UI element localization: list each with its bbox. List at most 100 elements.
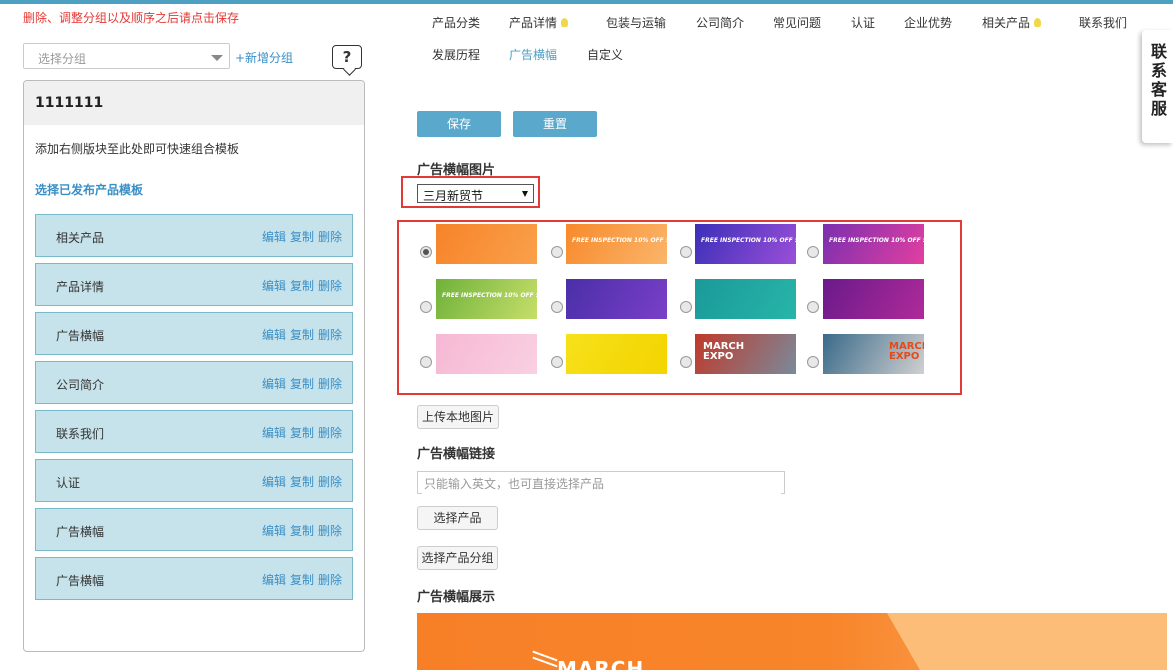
banner-thumbnail[interactable] (436, 224, 537, 264)
banner-thumbnail[interactable]: FREE INSPECTION 10% OFF SHIPPING TO USA (823, 224, 924, 264)
copy-link[interactable]: 复制 (290, 524, 314, 538)
banner-link-field (417, 471, 785, 494)
tab-item[interactable]: 自定义 (587, 46, 623, 63)
banner-radio[interactable] (807, 356, 819, 368)
edit-link[interactable]: 编辑 (262, 377, 286, 391)
banner-thumbnail[interactable] (436, 334, 537, 374)
preview-title: MARCH (557, 657, 645, 670)
delete-link[interactable]: 删除 (318, 524, 342, 538)
delete-link[interactable]: 删除 (318, 279, 342, 293)
delete-link[interactable]: 删除 (318, 328, 342, 342)
lightbulb-icon (561, 18, 569, 27)
upload-local-image-button[interactable]: 上传本地图片 (417, 405, 499, 429)
delete-link[interactable]: 删除 (318, 230, 342, 244)
banner-radio[interactable] (680, 301, 692, 313)
tab-item[interactable]: 产品分类 (432, 14, 480, 31)
banner-thumbnail[interactable] (566, 334, 667, 374)
delete-link[interactable]: 删除 (318, 573, 342, 587)
group-select[interactable]: 选择分组 (23, 43, 230, 69)
banner-radio[interactable] (807, 246, 819, 258)
template-panel: 1111111 添加右侧版块至此处即可快速组合模板 选择已发布产品模板 相关产品… (23, 80, 365, 652)
banner-display-label: 广告横幅展示 (417, 590, 496, 605)
theme-select[interactable]: 三月新贸节 (417, 184, 534, 203)
edit-link[interactable]: 编辑 (262, 230, 286, 244)
tab-item[interactable]: 发展历程 (432, 46, 480, 63)
tab-label: 常见问题 (773, 16, 822, 30)
select-product-group-button[interactable]: 选择产品分组 (417, 546, 498, 570)
select-product-button[interactable]: 选择产品 (417, 506, 498, 530)
edit-link[interactable]: 编辑 (262, 279, 286, 293)
copy-link[interactable]: 复制 (290, 230, 314, 244)
tab-item[interactable]: 联系我们 (1079, 14, 1127, 31)
delete-link[interactable]: 删除 (318, 377, 342, 391)
banner-thumbnail[interactable] (566, 279, 667, 319)
tab-item[interactable]: 公司简介 (696, 14, 744, 31)
module-item[interactable]: 广告横幅 编辑 复制 删除 (35, 312, 353, 355)
banner-radio[interactable] (420, 246, 432, 258)
edit-link[interactable]: 编辑 (262, 328, 286, 342)
banner-thumbnail[interactable]: MARCH EXPO (823, 334, 924, 374)
banner-radio[interactable] (551, 356, 563, 368)
contact-service-label: 联系客服 (1151, 42, 1168, 118)
edit-link[interactable]: 编辑 (262, 475, 286, 489)
copy-link[interactable]: 复制 (290, 475, 314, 489)
copy-link[interactable]: 复制 (290, 426, 314, 440)
banner-link-input[interactable] (422, 473, 781, 494)
banner-radio[interactable] (807, 301, 819, 313)
copy-link[interactable]: 复制 (290, 328, 314, 342)
tab-item[interactable]: 相关产品 (982, 14, 1042, 31)
banner-thumbnail[interactable] (823, 279, 924, 319)
copy-link[interactable]: 复制 (290, 573, 314, 587)
banner-radio[interactable] (551, 301, 563, 313)
copy-link[interactable]: 复制 (290, 279, 314, 293)
template-panel-header: 1111111 (24, 81, 364, 125)
banner-radio[interactable] (680, 246, 692, 258)
tab-item[interactable]: 企业优势 (904, 14, 952, 31)
edit-link[interactable]: 编辑 (262, 524, 286, 538)
module-actions: 编辑 复制 删除 (258, 473, 342, 490)
tab-label: 相关产品 (982, 16, 1031, 30)
tab-label: 自定义 (587, 48, 624, 62)
add-group-link[interactable]: +新增分组 (235, 49, 293, 66)
theme-select-value: 三月新贸节 (423, 189, 484, 203)
banner-radio[interactable] (420, 356, 432, 368)
chevron-down-icon (211, 55, 223, 61)
tab-item[interactable]: 广告横幅 (509, 46, 557, 63)
module-item[interactable]: 认证 编辑 复制 删除 (35, 459, 353, 502)
banner-radio[interactable] (680, 356, 692, 368)
reset-button[interactable]: 重置 (513, 111, 597, 137)
banner-thumbnail[interactable]: FREE INSPECTION 10% OFF SHIPPING TO USA (436, 279, 537, 319)
module-actions: 编辑 复制 删除 (258, 277, 342, 294)
save-button[interactable]: 保存 (417, 111, 501, 137)
module-name: 认证 (56, 476, 81, 490)
module-item[interactable]: 公司简介 编辑 复制 删除 (35, 361, 353, 404)
edit-link[interactable]: 编辑 (262, 573, 286, 587)
tab-item[interactable]: 产品详情 (509, 14, 569, 31)
copy-link[interactable]: 复制 (290, 377, 314, 391)
banner-thumbnail[interactable] (695, 279, 796, 319)
module-actions: 编辑 复制 删除 (258, 522, 342, 539)
contact-service-button[interactable]: 联系客服 (1142, 30, 1173, 143)
delete-link[interactable]: 删除 (318, 426, 342, 440)
module-item[interactable]: 联系我们 编辑 复制 删除 (35, 410, 353, 453)
tab-label: 产品分类 (432, 16, 481, 30)
select-published-template-link[interactable]: 选择已发布产品模板 (35, 181, 143, 198)
banner-thumbnail[interactable]: FREE INSPECTION 10% OFF SHIPPING TO USA (695, 224, 796, 264)
edit-link[interactable]: 编辑 (262, 426, 286, 440)
module-item[interactable]: 产品详情 编辑 复制 删除 (35, 263, 353, 306)
help-icon[interactable]: ? (332, 45, 362, 69)
banner-radio[interactable] (551, 246, 563, 258)
module-item[interactable]: 广告横幅 编辑 复制 删除 (35, 557, 353, 600)
delete-link[interactable]: 删除 (318, 475, 342, 489)
save-warning: 删除、调整分组以及顺序之后请点击保存 (23, 11, 240, 25)
module-item[interactable]: 相关产品 编辑 复制 删除 (35, 214, 353, 257)
banner-thumbnail[interactable]: MARCH EXPO (695, 334, 796, 374)
module-actions: 编辑 复制 删除 (258, 228, 342, 245)
banner-thumbnail[interactable]: FREE INSPECTION 10% OFF SHIPPING TO USA (566, 224, 667, 264)
module-item[interactable]: 广告横幅 编辑 复制 删除 (35, 508, 353, 551)
tab-item[interactable]: 常见问题 (773, 14, 821, 31)
tab-label: 企业优势 (904, 16, 953, 30)
banner-radio[interactable] (420, 301, 432, 313)
tab-item[interactable]: 认证 (851, 14, 875, 31)
tab-item[interactable]: 包装与运输 (606, 14, 666, 31)
